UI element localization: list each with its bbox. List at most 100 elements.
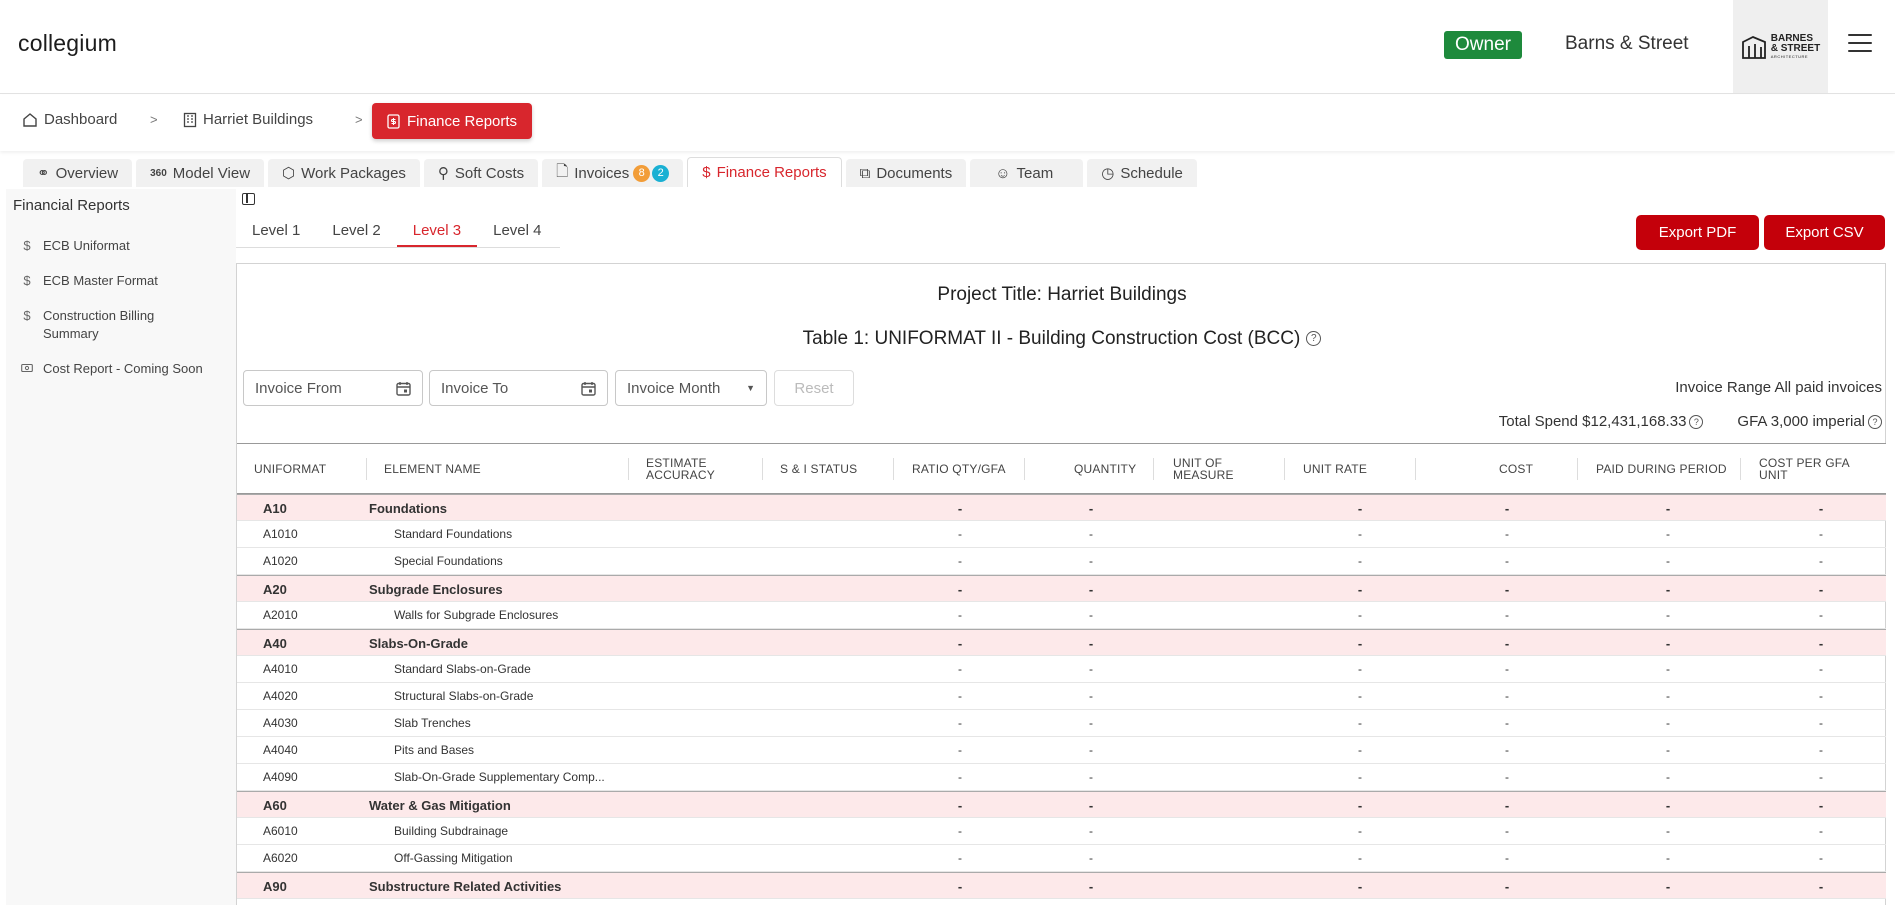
tab-overview[interactable]: ⚭ Overview bbox=[23, 159, 133, 187]
invoice-range: Invoice Range All paid invoices bbox=[1675, 379, 1882, 396]
invoices-badge-new: 2 bbox=[652, 164, 670, 182]
cell-value: - bbox=[1088, 582, 1094, 597]
reset-button[interactable]: Reset bbox=[774, 370, 854, 406]
tab-model-view[interactable]: 360 Model View bbox=[136, 159, 265, 187]
tab-invoices-label: Invoices bbox=[574, 164, 630, 182]
uniformat-code: A4020 bbox=[263, 689, 298, 703]
level-tab-1[interactable]: Level 1 bbox=[236, 217, 316, 247]
table-row[interactable]: A4020 Structural Slabs-on-Grade - - - - - - bbox=[237, 683, 1886, 710]
level-tab-2[interactable]: Level 2 bbox=[316, 217, 396, 247]
uniformat-code: A6020 bbox=[263, 851, 298, 865]
help-icon[interactable]: ? bbox=[1306, 331, 1322, 347]
clock-icon: ◷ bbox=[1101, 165, 1115, 182]
column-header-estimate-accuracy[interactable]: ESTIMATE ACCURACY bbox=[646, 444, 726, 493]
team-icon: ☺ bbox=[995, 164, 1011, 182]
cell-value: - bbox=[1666, 554, 1670, 568]
sidebar-item-construction-billing[interactable]: $ Construction Billing Summary bbox=[21, 307, 171, 343]
table-group-row[interactable]: A10 Foundations - - - - - - bbox=[237, 494, 1886, 521]
calendar-icon bbox=[581, 381, 596, 396]
cell-value: - bbox=[958, 608, 962, 622]
export-csv-button[interactable]: Export CSV bbox=[1764, 215, 1885, 250]
breadcrumb-dashboard[interactable]: Dashboard bbox=[22, 111, 117, 128]
table-row[interactable]: A4030 Slab Trenches - - - - - - bbox=[237, 710, 1886, 737]
table-row[interactable]: A4090 Slab-On-Grade Supplementary Comp...… bbox=[237, 764, 1886, 791]
tab-work-packages[interactable]: ⬡ Work Packages bbox=[268, 159, 420, 187]
help-icon[interactable]: ? bbox=[1689, 415, 1704, 430]
invoice-to-placeholder: Invoice To bbox=[441, 379, 509, 397]
column-header-paid-during-period[interactable]: PAID DURING PERIOD bbox=[1596, 444, 1727, 493]
help-icon[interactable]: ? bbox=[1868, 415, 1882, 430]
element-name: Substructure Related Activities bbox=[369, 879, 562, 894]
column-header-unit-of-measure[interactable]: UNIT OF MEASURE bbox=[1173, 444, 1243, 493]
table-row[interactable]: A1010 Standard Foundations - - - - - - bbox=[237, 521, 1886, 548]
export-pdf-button[interactable]: Export PDF bbox=[1636, 215, 1759, 250]
overview-icon: ⚭ bbox=[37, 165, 50, 182]
cell-value: - bbox=[1358, 743, 1362, 757]
cell-value: - bbox=[958, 743, 962, 757]
tab-invoices[interactable]: 🗋 Invoices 8 2 bbox=[542, 159, 684, 187]
column-header-quantity[interactable]: QUANTITY bbox=[1074, 444, 1136, 493]
column-header-element-name[interactable]: ELEMENT NAME bbox=[384, 444, 481, 493]
level-tab-3[interactable]: Level 3 bbox=[396, 217, 478, 247]
table-group-row[interactable]: A60 Water & Gas Mitigation - - - - - - bbox=[237, 791, 1886, 818]
menu-icon[interactable] bbox=[1848, 34, 1872, 54]
sidebar-toggle-icon[interactable] bbox=[242, 193, 255, 205]
table-row[interactable]: A6010 Building Subdrainage - - - - - - bbox=[237, 818, 1886, 845]
cell-value: - bbox=[1666, 824, 1670, 838]
column-header-cost-per-gfa[interactable]: COST PER GFA UNIT bbox=[1759, 444, 1869, 493]
cell-value: - bbox=[1819, 770, 1823, 784]
table-group-row[interactable]: A20 Subgrade Enclosures - - - - - - bbox=[237, 575, 1886, 602]
sidebar-item-cost-report[interactable]: Cost Report - Coming Soon bbox=[21, 360, 226, 378]
level-tab-4[interactable]: Level 4 bbox=[477, 217, 557, 247]
cell-value: - bbox=[958, 527, 962, 541]
cell-value: - bbox=[1089, 554, 1093, 568]
column-header-ratio[interactable]: RATIO QTY/GFA bbox=[912, 444, 1006, 493]
cell-value: - bbox=[1089, 716, 1093, 730]
app-logo[interactable]: collegium bbox=[18, 30, 117, 57]
table-row[interactable]: A1020 Special Foundations - - - - - - bbox=[237, 548, 1886, 575]
column-header-s-i-status[interactable]: S & I STATUS bbox=[780, 444, 857, 493]
invoice-from-input[interactable]: Invoice From bbox=[243, 370, 423, 406]
cell-value: - bbox=[1504, 582, 1510, 597]
column-header-cost[interactable]: COST bbox=[1499, 444, 1533, 493]
table-group-row[interactable]: A40 Slabs-On-Grade - - - - - - bbox=[237, 629, 1886, 656]
table-group-row[interactable]: A90 Substructure Related Activities - - - - - - bbox=[237, 872, 1886, 899]
cell-value: - bbox=[1357, 798, 1363, 813]
totals-line: Total Spend $12,431,168.33? GFA 3,000 imp… bbox=[1499, 413, 1882, 430]
table-row[interactable]: A4010 Standard Slabs-on-Grade - - - - - - bbox=[237, 656, 1886, 683]
cell-value: - bbox=[1819, 554, 1823, 568]
cell-value: - bbox=[1504, 636, 1510, 651]
column-header-unit-rate[interactable]: UNIT RATE bbox=[1303, 444, 1367, 493]
cell-value: - bbox=[1665, 798, 1671, 813]
invoice-to-input[interactable]: Invoice To bbox=[429, 370, 608, 406]
element-name: Standard Slabs-on-Grade bbox=[394, 662, 531, 676]
dollar-icon: $ bbox=[23, 273, 31, 288]
table-row[interactable]: A4040 Pits and Bases - - - - - - bbox=[237, 737, 1886, 764]
cell-value: - bbox=[1358, 689, 1362, 703]
tab-documents[interactable]: ⧉ Documents bbox=[845, 159, 967, 187]
invoice-month-select[interactable]: Invoice Month ▼ bbox=[615, 370, 767, 406]
calendar-icon bbox=[396, 381, 411, 396]
company-logo-line-2: & STREET bbox=[1770, 43, 1821, 54]
cell-value: - bbox=[1666, 689, 1670, 703]
cell-value: - bbox=[1357, 501, 1363, 516]
cell-value: - bbox=[1088, 879, 1094, 894]
tab-schedule[interactable]: ◷ Schedule bbox=[1087, 159, 1197, 187]
company-logo[interactable]: BARNES & STREET ARCHITECTURE bbox=[1733, 0, 1828, 93]
tab-team[interactable]: ☺ Team bbox=[970, 159, 1084, 187]
chevron-down-icon: ▼ bbox=[746, 383, 755, 393]
uniformat-code: A60 bbox=[263, 798, 287, 813]
column-header-uniformat[interactable]: UNIFORMAT bbox=[254, 444, 326, 493]
sidebar-item-ecb-uniformat[interactable]: $ ECB Uniformat bbox=[21, 237, 226, 255]
cell-value: - bbox=[958, 770, 962, 784]
breadcrumb-project[interactable]: Harriet Buildings bbox=[183, 111, 313, 128]
table-row[interactable]: A2010 Walls for Subgrade Enclosures - - - - - - bbox=[237, 602, 1886, 629]
cell-value: - bbox=[1504, 879, 1510, 894]
tab-soft-costs[interactable]: ⚲ Soft Costs bbox=[423, 159, 539, 187]
tab-finance-reports[interactable]: $ Finance Reports bbox=[687, 157, 842, 187]
breadcrumb-current[interactable]: Finance Reports bbox=[372, 103, 533, 139]
cell-value: - bbox=[1088, 798, 1094, 813]
table-body: A10 Foundations - - - - - - A1010 Standard Founda… bbox=[237, 494, 1886, 899]
sidebar-item-ecb-master-format[interactable]: $ ECB Master Format bbox=[21, 272, 226, 290]
table-row[interactable]: A6020 Off-Gassing Mitigation - - - - - - bbox=[237, 845, 1886, 872]
